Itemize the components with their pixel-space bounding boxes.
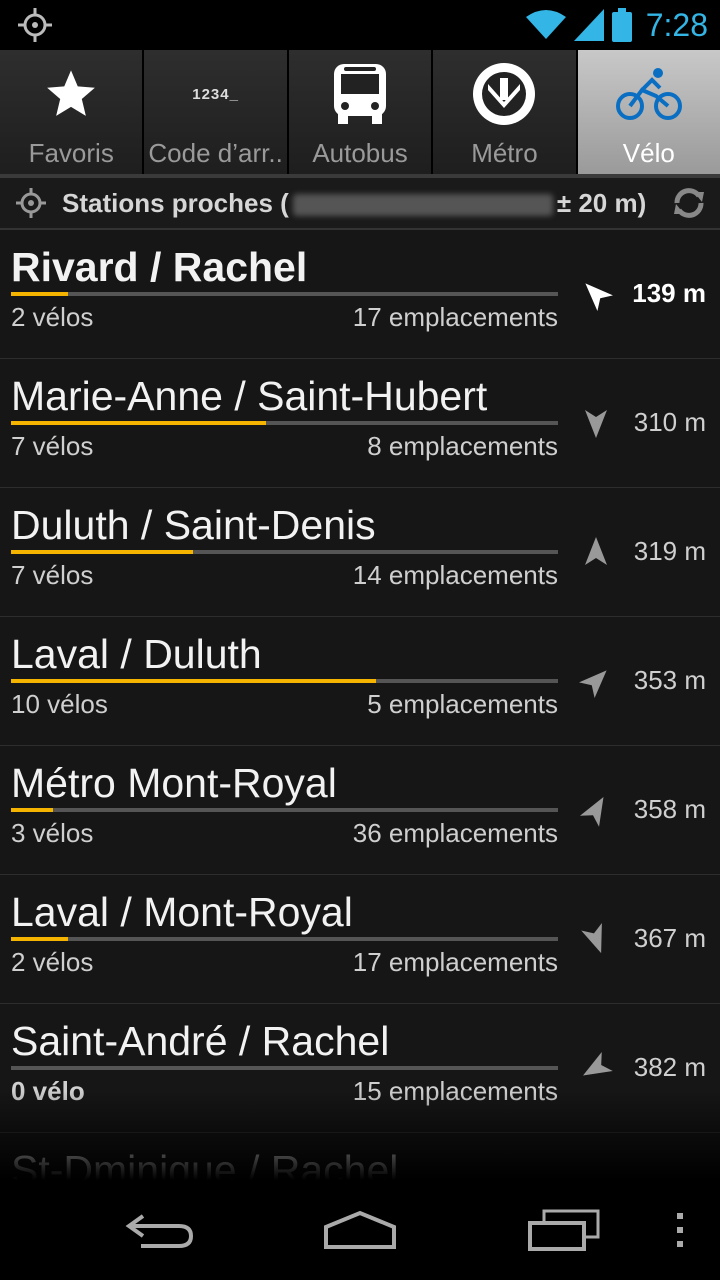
station-name: Duluth / Saint-Denis xyxy=(11,502,376,548)
docks-count: 8 emplacements xyxy=(367,431,558,461)
station-name: St-Dminique / Rachel xyxy=(11,1147,399,1180)
redacted-address xyxy=(292,193,553,216)
nearby-label: Stations proches ( xyxy=(62,187,289,218)
distance: 353 m xyxy=(633,665,706,695)
clock: 7:28 xyxy=(645,6,708,43)
tab-metro[interactable]: Métro xyxy=(433,50,578,174)
tab-velo[interactable]: Vélo xyxy=(577,50,720,174)
back-button[interactable] xyxy=(120,1200,200,1260)
recent-apps-icon xyxy=(528,1209,600,1251)
direction-arrow-icon xyxy=(583,1051,613,1076)
signal-icon xyxy=(573,9,604,41)
list-item[interactable]: St-Dminique / Rachel xyxy=(0,1133,720,1180)
distance: 139 m xyxy=(632,278,706,308)
availability-bar xyxy=(11,937,558,941)
docks-count: 15 emplacements xyxy=(352,1076,558,1106)
station-name: Saint-André / Rachel xyxy=(11,1018,390,1064)
bikes-count: 7 vélos xyxy=(11,560,94,590)
list-item[interactable]: Laval / Mont-Royal 2 vélos 17 emplacemen… xyxy=(0,875,720,1004)
availability-bar xyxy=(11,679,558,683)
station-name: Laval / Mont-Royal xyxy=(11,889,353,935)
back-icon xyxy=(125,1214,194,1248)
bikes-count: 2 vélos xyxy=(11,302,94,332)
distance: 367 m xyxy=(633,923,706,953)
availability-bar xyxy=(11,292,558,296)
docks-count: 5 emplacements xyxy=(367,689,558,719)
list-item[interactable]: Marie-Anne / Saint-Hubert 7 vélos 8 empl… xyxy=(0,359,720,488)
star-icon xyxy=(47,70,96,116)
tab-autobus[interactable]: Autobus xyxy=(288,50,434,174)
availability-bar xyxy=(11,808,558,812)
direction-arrow-icon xyxy=(581,923,602,954)
tab-code-arret[interactable]: 1234_ Code d’arr.. xyxy=(144,50,289,174)
availability-bar xyxy=(11,1066,558,1070)
status-bar: 7:28 xyxy=(0,0,720,50)
location-icon xyxy=(16,188,46,218)
station-name: Métro Mont-Royal xyxy=(11,760,337,806)
availability-bar xyxy=(11,550,558,554)
menu-button[interactable] xyxy=(662,1200,698,1260)
distance: 310 m xyxy=(633,407,706,437)
docks-count: 17 emplacements xyxy=(352,947,558,977)
station-name: Marie-Anne / Saint-Hubert xyxy=(11,373,488,419)
bikes-count: 0 vélo xyxy=(11,1076,85,1106)
direction-arrow-icon xyxy=(585,283,613,311)
docks-count: 36 emplacements xyxy=(352,818,558,848)
distance: 358 m xyxy=(633,794,706,824)
bicycle-icon xyxy=(615,68,682,120)
list-item[interactable]: Métro Mont-Royal 3 vélos 36 emplacements… xyxy=(0,746,720,875)
refresh-icon[interactable] xyxy=(670,184,708,222)
stop-code-icon: 1234_ xyxy=(192,85,239,103)
station-name: Laval / Duluth xyxy=(11,631,262,677)
recent-apps-button[interactable] xyxy=(524,1200,604,1260)
direction-arrow-icon xyxy=(579,797,604,827)
gps-icon xyxy=(18,8,52,42)
accuracy-label: ± 20 m) xyxy=(556,187,647,218)
docks-count: 14 emplacements xyxy=(352,560,558,590)
direction-arrow-icon xyxy=(579,670,607,698)
system-nav-bar xyxy=(0,1180,720,1280)
bikes-count: 7 vélos xyxy=(11,431,94,461)
bus-icon xyxy=(334,64,387,124)
home-button[interactable] xyxy=(320,1200,400,1260)
bikes-count: 3 vélos xyxy=(11,818,94,848)
distance: 319 m xyxy=(633,536,706,566)
list-item[interactable]: Saint-André / Rachel 0 vélo 15 emplaceme… xyxy=(0,1004,720,1133)
list-item[interactable]: Duluth / Saint-Denis 7 vélos 14 emplacem… xyxy=(0,488,720,617)
bikes-count: 2 vélos xyxy=(11,947,94,977)
direction-arrow-icon xyxy=(585,537,607,565)
station-name: Rivard / Rachel xyxy=(11,244,308,290)
nearby-stations-header: Stations proches ( ± 20 m) xyxy=(0,178,720,230)
list-item[interactable]: Rivard / Rachel 2 vélos 17 emplacements … xyxy=(0,230,720,359)
metro-icon xyxy=(473,63,536,125)
overflow-menu-icon xyxy=(677,1213,683,1247)
direction-arrow-icon xyxy=(585,410,607,438)
availability-bar xyxy=(11,421,558,425)
distance: 382 m xyxy=(633,1052,706,1082)
tab-favoris[interactable]: Favoris xyxy=(0,50,145,174)
list-item[interactable]: Laval / Duluth 10 vélos 5 emplacements 3… xyxy=(0,617,720,746)
bikes-count: 10 vélos xyxy=(11,689,108,719)
transport-tabs: Favoris 1234_ Code d’arr.. Autobus Métro… xyxy=(0,50,720,178)
wifi-icon xyxy=(525,10,566,39)
home-icon xyxy=(324,1210,396,1249)
battery-icon xyxy=(611,8,632,42)
station-list: Rivard / Rachel 2 vélos 17 emplacements … xyxy=(0,230,720,1180)
docks-count: 17 emplacements xyxy=(352,302,558,332)
